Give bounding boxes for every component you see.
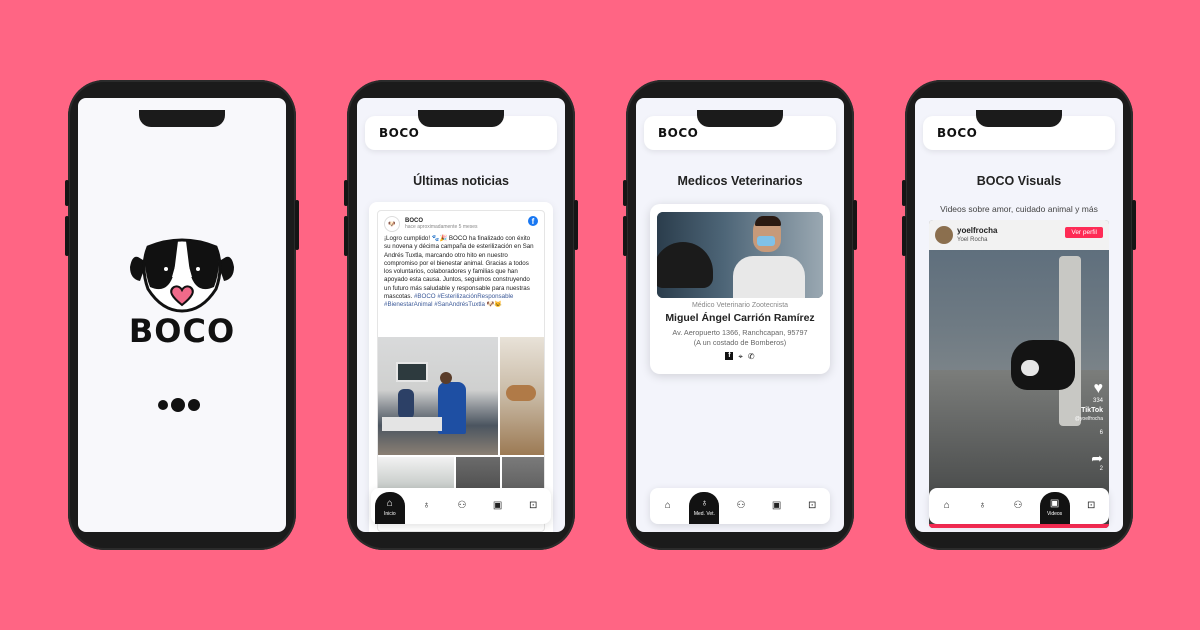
phone-visuals: BOCO BOCO Visuals Videos sobre amor, cui… — [902, 80, 1136, 550]
nav-community[interactable]: ⚇ — [448, 488, 476, 524]
post-photo — [378, 337, 498, 455]
news-screen: BOCO Últimas noticias 🐶 BOCO hace aproxi… — [357, 98, 565, 532]
people-icon: ⚇ — [457, 500, 467, 511]
vet-role: Médico Veterinario Zootecnista — [691, 302, 789, 309]
tiktok-handle: @yoelfrocha — [1074, 416, 1103, 422]
notch — [139, 110, 225, 127]
nav-label: Med. Vet. — [693, 511, 715, 517]
facebook-icon[interactable]: f — [725, 352, 734, 360]
vet-address: Av. Aeropuerto 1366, Ranchcapan, 95797 (… — [650, 328, 830, 348]
page-subtitle: Videos sobre amor, cuidado animal y más — [940, 204, 1098, 214]
stethoscope-icon: ♁ — [700, 498, 709, 509]
video-icon: ▣ — [492, 500, 503, 511]
post-photo — [500, 337, 544, 455]
phone-icon[interactable]: ✆ — [748, 352, 755, 362]
tiktok-watermark: TikTok — [1081, 407, 1103, 414]
post-header: 🐶 BOCO hace aproximadamente 5 meses — [378, 211, 544, 235]
stethoscope-icon: ♁ — [978, 500, 987, 511]
nav-home[interactable]: ⌂ Inicio — [374, 492, 405, 524]
nav-vets[interactable]: ♁ Med. Vet. — [689, 492, 720, 524]
vet-photo — [657, 212, 823, 298]
boco-dog-logo-icon — [130, 238, 234, 313]
nav-shop[interactable]: ⊡ — [1077, 488, 1105, 524]
vet-address-note: (A un costado de Bomberos) — [693, 338, 787, 347]
location-icon[interactable]: ⌖ — [738, 352, 743, 362]
avatar[interactable] — [935, 226, 953, 244]
tiktok-username[interactable]: yoelfrocha — [957, 226, 997, 235]
phone-news: BOCO Últimas noticias 🐶 BOCO hace aproxi… — [344, 80, 578, 550]
vet-name: Miguel Ángel Carrión Ramírez — [665, 312, 815, 324]
nav-home[interactable]: ⌂ — [933, 488, 961, 524]
bottom-navigation: ⌂ Inicio ♁ ⚇ ▣ ⊡ — [371, 488, 551, 524]
phone-splash: BOCO — [65, 80, 299, 550]
app-logo[interactable]: BOCO — [658, 126, 698, 140]
notch — [976, 110, 1062, 127]
post-time: hace aproximadamente 5 meses — [405, 224, 478, 230]
nav-shop[interactable]: ⊡ — [519, 488, 547, 524]
nav-home[interactable]: ⌂ — [654, 488, 682, 524]
home-icon: ⌂ — [664, 500, 671, 511]
tiktok-embed[interactable]: yoelfrocha Yoel Rocha Ver perfil ♥ 334 T… — [929, 220, 1109, 528]
page-title: BOCO Visuals — [976, 174, 1062, 188]
nav-videos[interactable]: ▣ — [763, 488, 791, 524]
nav-label: Inicio — [383, 511, 396, 517]
people-icon: ⚇ — [736, 500, 746, 511]
nav-community[interactable]: ⚇ — [1004, 488, 1032, 524]
bag-icon: ⊡ — [528, 500, 538, 511]
page-title: Medicos Veterinarios — [677, 174, 803, 188]
splash-brand-text: BOCO — [128, 312, 236, 350]
share-icon[interactable]: ➦ — [1091, 450, 1103, 467]
home-icon: ⌂ — [943, 500, 950, 511]
splash-screen: BOCO — [78, 98, 286, 532]
tiktok-realname: Yoel Rocha — [957, 237, 988, 243]
notch — [418, 110, 504, 127]
bag-icon: ⊡ — [1086, 500, 1096, 511]
video-icon: ▣ — [1049, 498, 1060, 509]
people-icon: ⚇ — [1013, 500, 1023, 511]
bag-icon: ⊡ — [807, 500, 817, 511]
post-body: ¡Logro cumplido! 🐾🎉 BOCO ha finalizado c… — [378, 235, 544, 310]
loading-indicator — [158, 398, 200, 412]
page-title: Últimas noticias — [413, 174, 509, 188]
view-profile-button[interactable]: Ver perfil — [1065, 227, 1103, 238]
app-logo[interactable]: BOCO — [379, 126, 419, 140]
like-count: 334 — [1092, 398, 1103, 404]
nav-videos[interactable]: ▣ Videos — [1039, 492, 1070, 524]
bottom-navigation: ⌂ ♁ Med. Vet. ⚇ ▣ ⊡ — [650, 488, 830, 524]
home-icon: ⌂ — [386, 498, 393, 509]
nav-community[interactable]: ⚇ — [727, 488, 755, 524]
nav-vets[interactable]: ♁ — [968, 488, 996, 524]
visuals-screen: BOCO BOCO Visuals Videos sobre amor, cui… — [915, 98, 1123, 532]
nav-shop[interactable]: ⊡ — [798, 488, 826, 524]
vet-card[interactable]: Médico Veterinario Zootecnista Miguel Án… — [650, 204, 830, 374]
video-icon: ▣ — [771, 500, 782, 511]
app-logo[interactable]: BOCO — [937, 126, 977, 140]
bottom-navigation: ⌂ ♁ ⚇ ▣ Videos ⊡ — [929, 488, 1109, 524]
vet-contact-icons: f ⌖ ✆ — [650, 352, 830, 362]
vet-address-line: Av. Aeropuerto 1366, Ranchcapan, 95797 — [672, 328, 808, 337]
like-icon[interactable]: ♥ — [1094, 380, 1104, 398]
notch — [697, 110, 783, 127]
nav-vets[interactable]: ♁ — [412, 488, 440, 524]
vets-screen: BOCO Medicos Veterinarios Médico Veterin… — [636, 98, 844, 532]
tiktok-header: yoelfrocha Yoel Rocha Ver perfil — [929, 220, 1109, 250]
facebook-post[interactable]: 🐶 BOCO hace aproximadamente 5 meses f ¡L… — [377, 210, 545, 532]
nav-label: Videos — [1046, 511, 1063, 517]
post-text: ¡Logro cumplido! 🐾🎉 BOCO ha finalizado c… — [384, 235, 534, 301]
share-count: 2 — [1099, 466, 1103, 472]
news-card: 🐶 BOCO hace aproximadamente 5 meses f ¡L… — [369, 202, 553, 532]
stethoscope-icon: ♁ — [422, 500, 431, 511]
facebook-icon[interactable]: f — [528, 216, 538, 226]
comment-count: 6 — [1099, 430, 1103, 436]
avatar: 🐶 — [384, 216, 400, 232]
nav-videos[interactable]: ▣ — [484, 488, 512, 524]
phone-vets: BOCO Medicos Veterinarios Médico Veterin… — [623, 80, 857, 550]
